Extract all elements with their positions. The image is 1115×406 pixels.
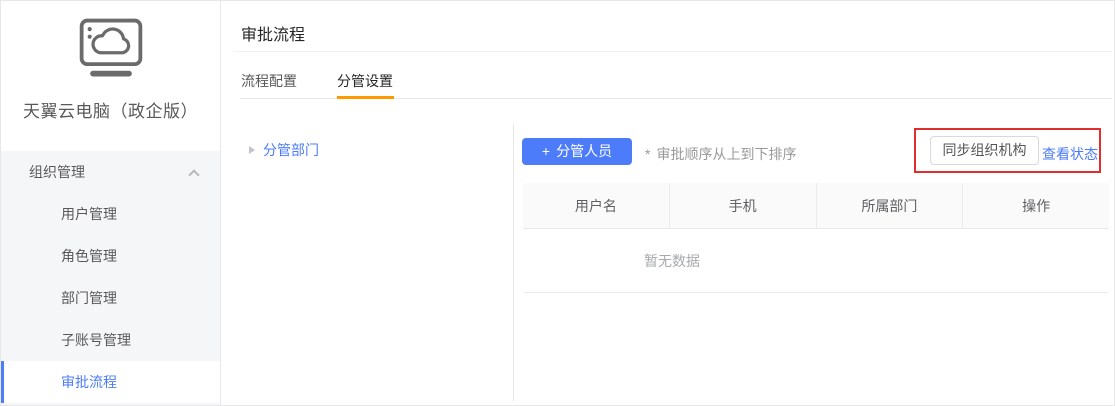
chevron-up-icon[interactable] — [188, 169, 200, 181]
sidebar-item-user-management[interactable]: 用户管理 — [1, 193, 220, 235]
active-tab-underline — [337, 96, 394, 99]
column-header-department: 所属部门 — [815, 183, 963, 228]
sync-org-structure-button[interactable]: 同步组织机构 — [930, 136, 1039, 165]
tab-process-config[interactable]: 流程配置 — [241, 71, 297, 91]
sidebar-group-label: 组织管理 — [29, 164, 85, 180]
asterisk-mark: * — [645, 146, 651, 162]
tree-node-label: 分管部门 — [263, 142, 319, 158]
sidebar-item-department-management[interactable]: 部门管理 — [1, 277, 220, 319]
cloud-desktop-logo-icon — [79, 18, 142, 77]
column-header-username: 用户名 — [574, 198, 617, 214]
brand-title: 天翼云电脑（政企版） — [23, 102, 198, 121]
sidebar-item-role-management[interactable]: 角色管理 — [1, 235, 220, 277]
assignees-table: 用户名 手机 所属部门 操作 暂无数据 — [523, 183, 1109, 293]
main-content: 审批流程 流程配置 分管设置 分管部门 + 分管人员 * 审批顺序从上到下排序 同步… — [222, 1, 1114, 405]
column-header-actions: 操作 — [962, 183, 1109, 228]
plus-icon: + — [541, 143, 551, 159]
sidebar-item-subaccount-management[interactable]: 子账号管理 — [1, 319, 220, 361]
sidebar-item-approval-process[interactable]: 审批流程 — [1, 361, 220, 403]
tree-node-departments[interactable]: 分管部门 — [249, 140, 319, 160]
view-status-link[interactable]: 查看状态 — [1042, 144, 1098, 164]
approval-order-note: * 审批顺序从上到下排序 — [645, 144, 796, 164]
add-assignee-label: 分管人员 — [556, 143, 613, 159]
page-title: 审批流程 — [241, 27, 306, 44]
sidebar: 天翼云电脑（政企版） 组织管理 用户管理 角色管理 部门管理 子账号管理 审批流… — [1, 1, 221, 405]
add-assignee-button[interactable]: + 分管人员 — [522, 138, 632, 165]
table-header-row: 用户名 手机 所属部门 操作 — [523, 183, 1109, 229]
table-empty-state: 暂无数据 — [523, 229, 1109, 293]
sidebar-group-org-management[interactable]: 组织管理 — [1, 151, 220, 193]
tab-assignment-settings[interactable]: 分管设置 — [337, 71, 393, 91]
column-header-phone: 手机 — [668, 183, 816, 228]
app-window: 天翼云电脑（政企版） 组织管理 用户管理 角色管理 部门管理 子账号管理 审批流… — [0, 0, 1115, 406]
caret-right-icon[interactable] — [249, 146, 255, 154]
approval-order-note-text: 审批顺序从上到下排序 — [656, 146, 797, 162]
sidebar-menu: 组织管理 用户管理 角色管理 部门管理 子账号管理 审批流程 — [1, 151, 220, 405]
panel-divider — [513, 124, 514, 401]
title-divider — [233, 51, 1112, 52]
